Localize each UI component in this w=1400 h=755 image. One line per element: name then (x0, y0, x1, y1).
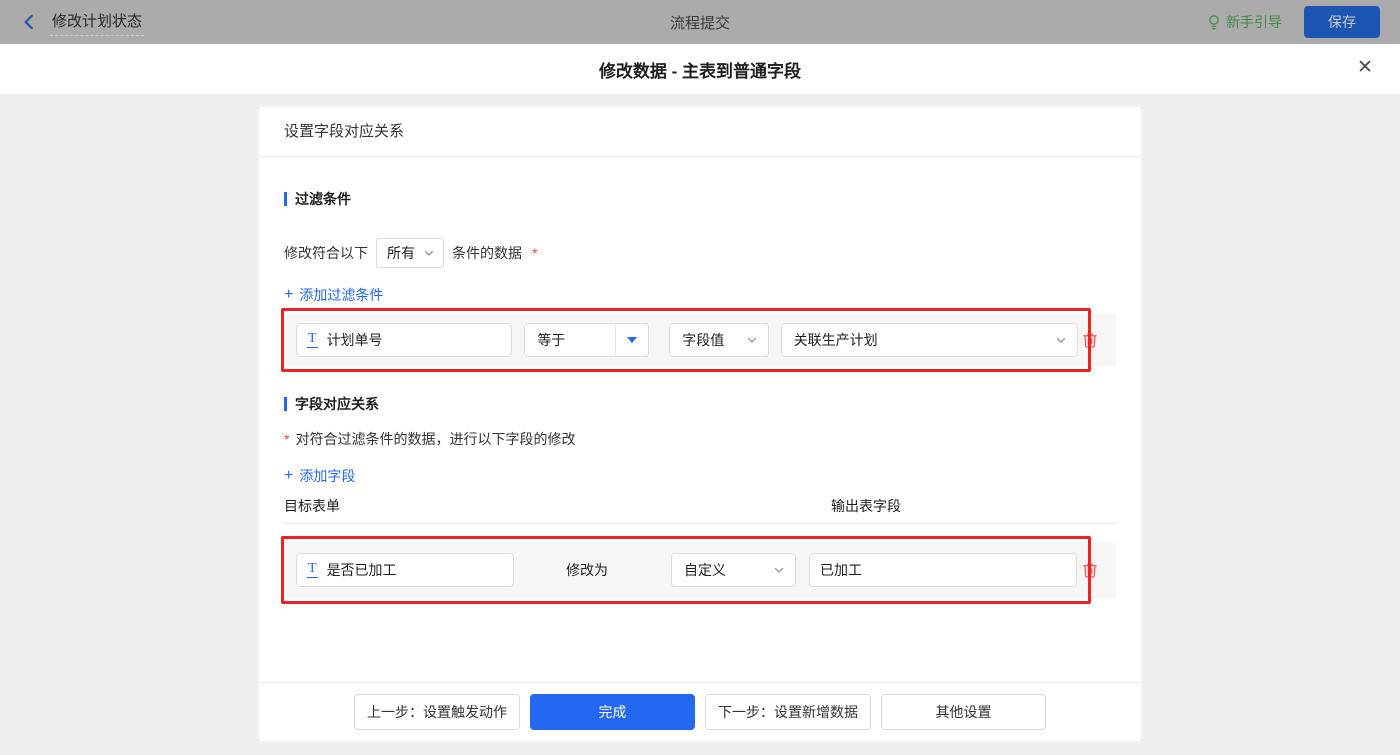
chevron-down-icon (774, 567, 784, 573)
save-button[interactable]: 保存 (1304, 6, 1380, 38)
value-type-select[interactable]: 字段值 (669, 323, 769, 357)
filter-condition-row: T 计划单号 等于 字段值 关联生产计划 (284, 314, 1116, 366)
text-field-icon: T (307, 561, 318, 578)
other-settings-button[interactable]: 其他设置 (881, 694, 1046, 730)
text-field-icon: T (307, 331, 318, 348)
filter-field-value: 计划单号 (326, 332, 383, 348)
mapping-row-wrap: T 是否已加工 修改为 自定义 已加工 (281, 536, 1116, 604)
modal-title: 修改数据 - 主表到普通字段 (598, 61, 802, 81)
required-asterisk: * (284, 431, 290, 447)
chevron-left-icon (24, 14, 33, 30)
filter-field-select[interactable]: T 计划单号 (296, 323, 513, 357)
beginner-guide-link[interactable]: 新手引导 (1207, 12, 1282, 32)
column-output-field: 输出表字段 (831, 498, 901, 514)
back-button[interactable] (20, 13, 38, 31)
top-bar: 修改计划状态 流程提交 新手引导 保存 (0, 0, 1400, 44)
prev-step-button[interactable]: 上一步：设置触发动作 (354, 694, 520, 730)
match-type-select[interactable]: 所有 (376, 238, 444, 268)
filter-condition-row-wrap: T 计划单号 等于 字段值 关联生产计划 (281, 308, 1116, 372)
lightbulb-icon (1209, 14, 1219, 29)
card-body: 过滤条件 修改符合以下 所有 条件的数据 * + 添加过滤条件 T 计划单号 等… (259, 189, 1141, 604)
plus-icon: + (284, 467, 294, 484)
column-divider (284, 523, 1116, 524)
card-footer: 上一步：设置触发动作 完成 下一步：设置新增数据 其他设置 (259, 682, 1141, 741)
delete-condition-button[interactable] (1078, 328, 1102, 352)
plus-icon: + (284, 286, 294, 303)
modal-header: 修改数据 - 主表到普通字段 ✕ (0, 44, 1400, 95)
close-icon[interactable]: ✕ (1354, 58, 1376, 77)
filter-section-title: 过滤条件 (284, 189, 1116, 209)
column-target-form: 目标表单 (284, 498, 340, 514)
value-mode-select[interactable]: 自定义 (671, 553, 796, 587)
section-accent-bar (284, 397, 287, 411)
chevron-down-icon (1057, 337, 1066, 343)
done-button[interactable]: 完成 (530, 694, 695, 730)
target-field-select[interactable]: T 是否已加工 (296, 553, 514, 587)
mapping-row: T 是否已加工 修改为 自定义 已加工 (284, 542, 1116, 598)
custom-value-input[interactable]: 已加工 (809, 553, 1077, 587)
settings-card: 设置字段对应关系 过滤条件 修改符合以下 所有 条件的数据 * + 添加过滤条件… (259, 107, 1141, 741)
match-condition-row: 修改符合以下 所有 条件的数据 * (284, 238, 1116, 268)
add-filter-condition-link[interactable]: + 添加过滤条件 (284, 285, 383, 305)
delete-mapping-button[interactable] (1078, 558, 1102, 582)
match-suffix-label: 条件的数据 (452, 245, 522, 261)
modal-body: 设置字段对应关系 过滤条件 修改符合以下 所有 条件的数据 * + 添加过滤条件… (0, 95, 1400, 755)
custom-value-text: 已加工 (820, 562, 862, 578)
value-field-select[interactable]: 关联生产计划 (780, 323, 1079, 357)
required-asterisk: * (532, 245, 538, 261)
mapping-column-headers: 目标表单 输出表字段 (284, 496, 1116, 516)
chevron-down-icon (747, 337, 756, 343)
operator-select[interactable]: 等于 (524, 323, 650, 357)
mapping-section-title: 字段对应关系 (284, 394, 1116, 414)
topbar-center-title: 流程提交 (669, 14, 730, 32)
section-accent-bar (284, 192, 287, 206)
chevron-down-icon (424, 250, 434, 256)
beginner-guide-label: 新手引导 (1226, 14, 1282, 30)
operator-caret-zone[interactable] (615, 324, 648, 356)
card-header-title: 设置字段对应关系 (259, 107, 1141, 157)
match-prefix-label: 修改符合以下 (284, 245, 368, 261)
caret-down-icon (627, 337, 638, 343)
workflow-node-title[interactable]: 修改计划状态 (50, 8, 145, 36)
trash-icon (1083, 333, 1097, 348)
target-field-value: 是否已加工 (326, 562, 397, 578)
modify-to-label: 修改为 (566, 562, 608, 578)
next-step-button[interactable]: 下一步：设置新增数据 (705, 694, 871, 730)
trash-icon (1083, 563, 1097, 578)
mapping-description: * 对符合过滤条件的数据，进行以下字段的修改 (284, 431, 576, 447)
add-field-link[interactable]: + 添加字段 (284, 466, 355, 486)
